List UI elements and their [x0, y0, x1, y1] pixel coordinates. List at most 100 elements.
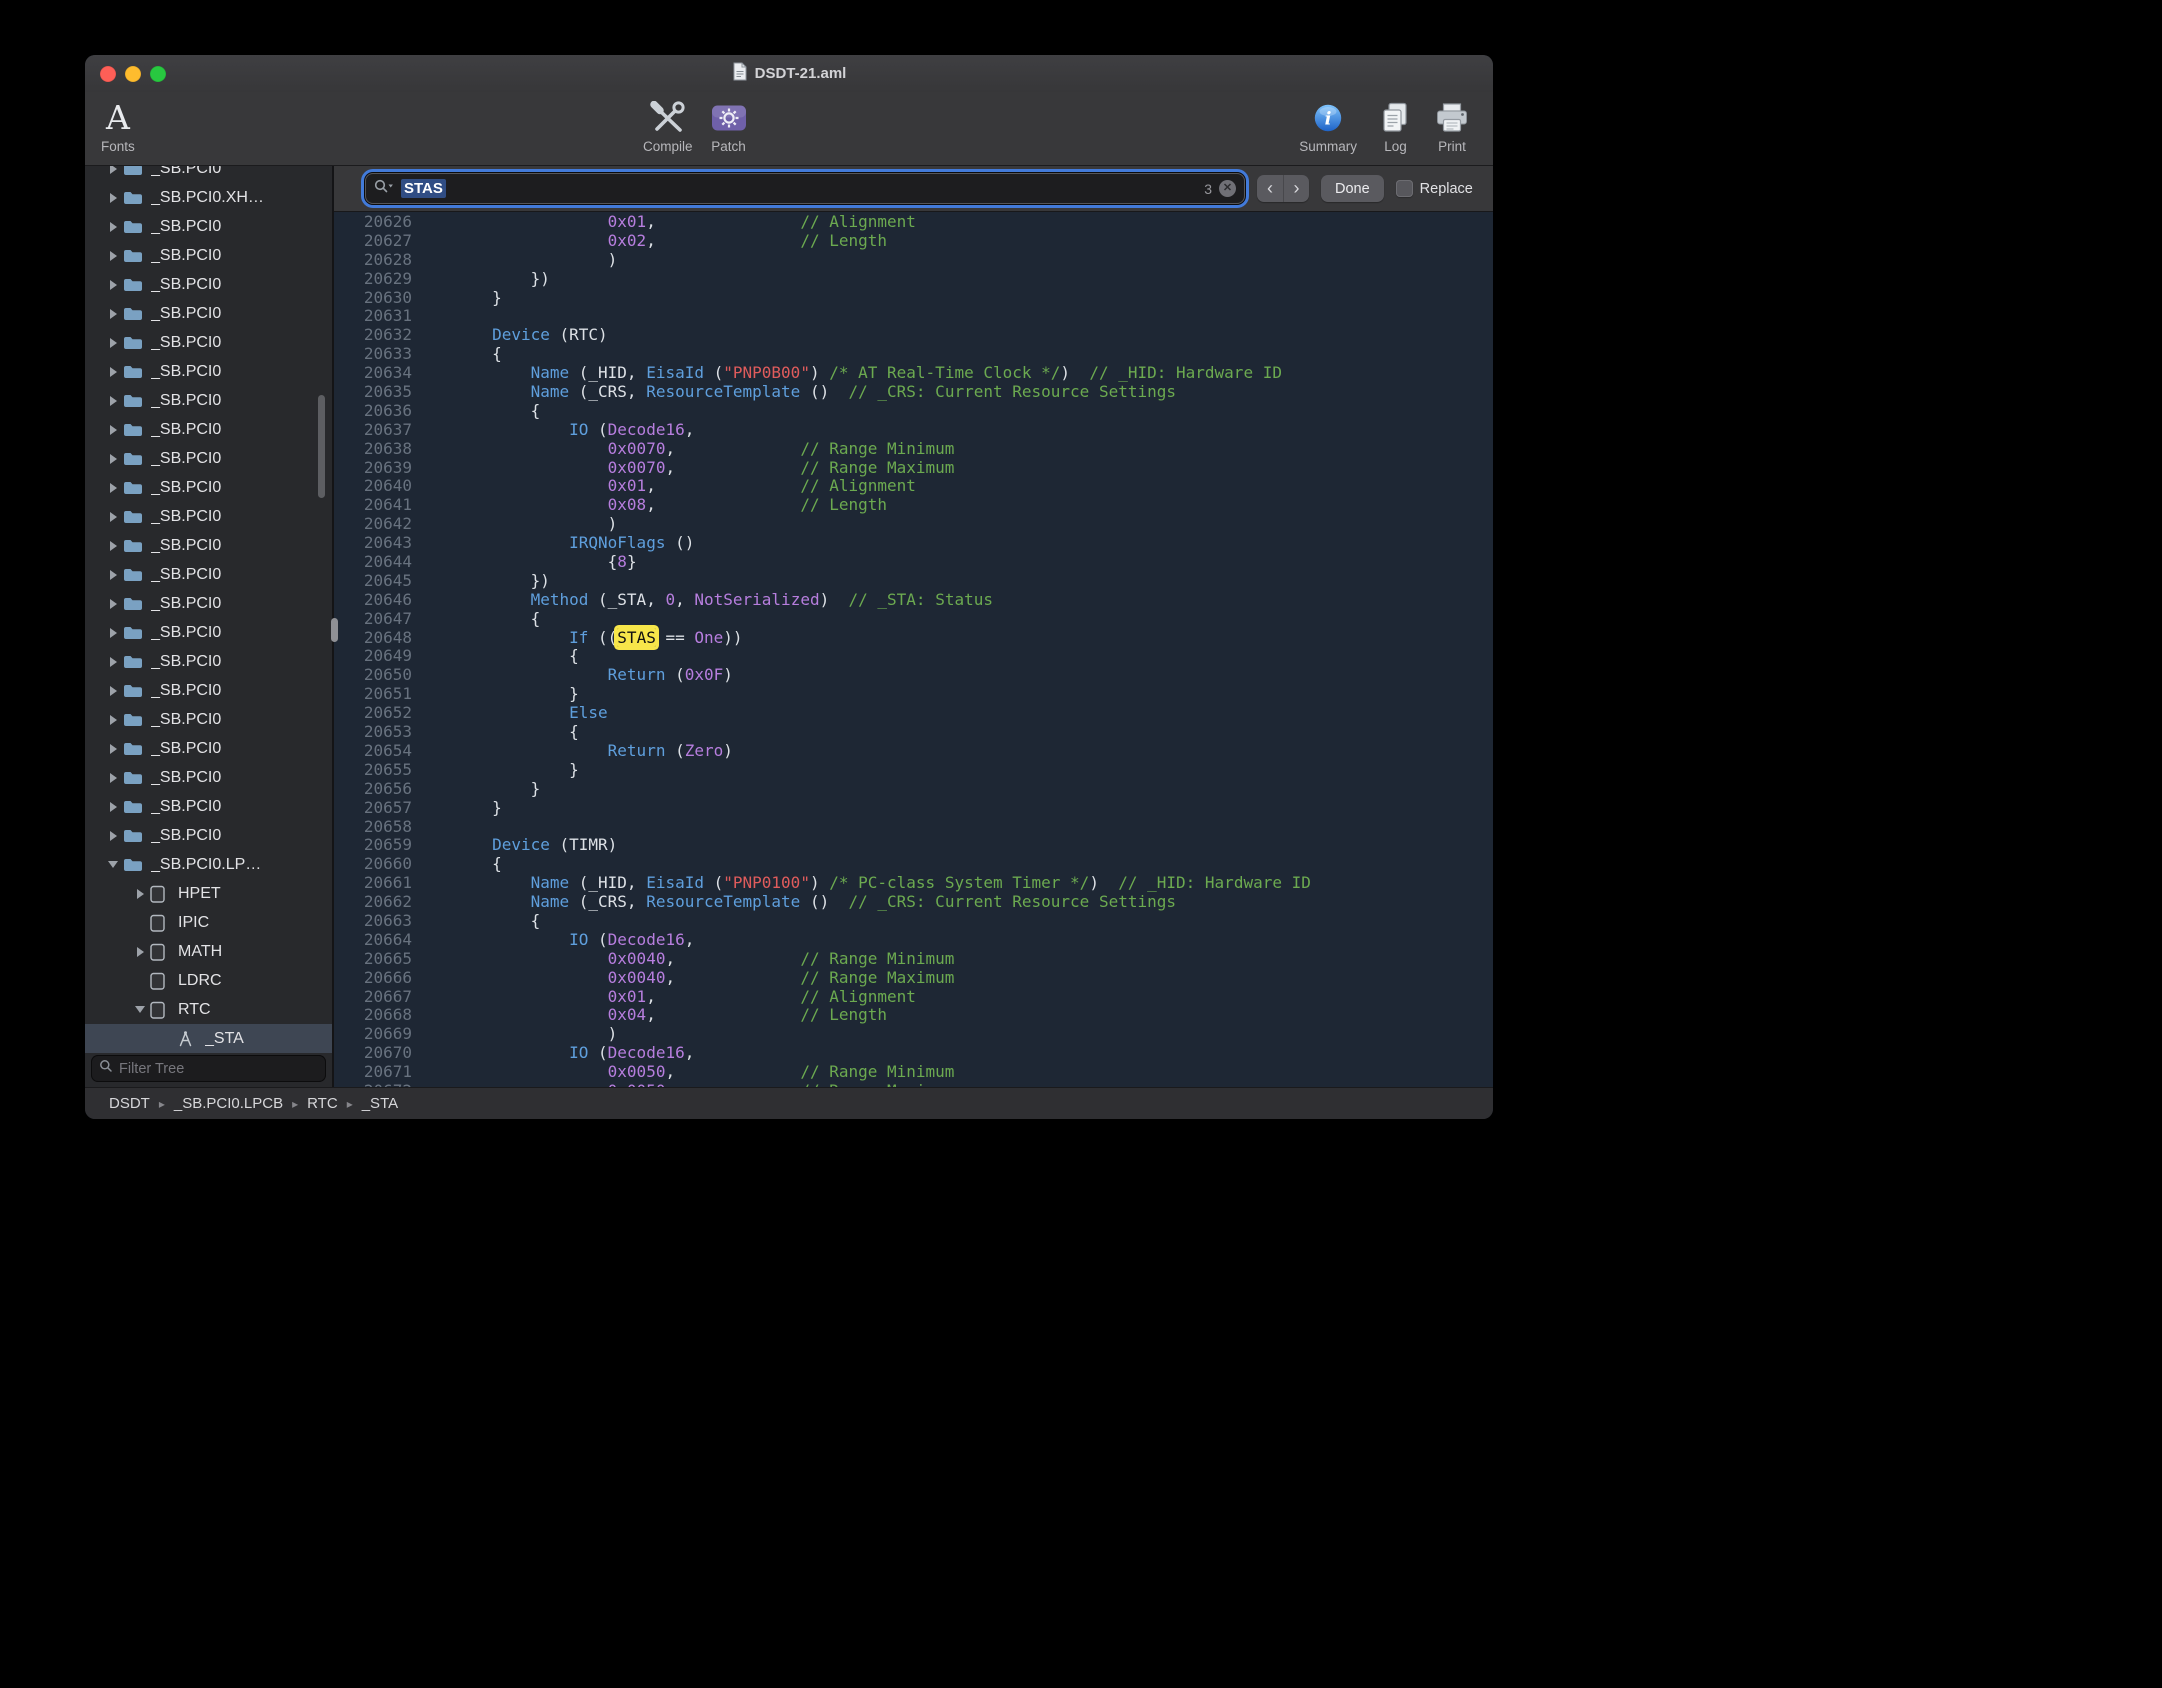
- tree-item-sb-pci0[interactable]: _SB.PCI0: [85, 676, 332, 705]
- disclosure-triangle[interactable]: [105, 222, 121, 232]
- log-button[interactable]: Log: [1379, 99, 1412, 154]
- breadcrumb-item-sta[interactable]: _STA: [362, 1095, 398, 1112]
- disclosure-triangle[interactable]: [105, 541, 121, 551]
- splitter-handle[interactable]: [331, 618, 338, 642]
- previous-match-button[interactable]: ‹: [1257, 175, 1283, 202]
- compile-button[interactable]: Compile: [643, 99, 693, 154]
- folder-icon: [123, 509, 149, 525]
- close-button[interactable]: [100, 66, 116, 82]
- filter-tree-input[interactable]: [119, 1061, 318, 1077]
- breadcrumb-item-sb-pci0-lpcb[interactable]: _SB.PCI0.LPCB: [174, 1095, 283, 1112]
- titlebar[interactable]: DSDT-21.aml: [85, 55, 1493, 92]
- code-token: }): [415, 571, 550, 590]
- tree-item-sb-pci0[interactable]: _SB.PCI0: [85, 212, 332, 241]
- disclosure-triangle[interactable]: [105, 193, 121, 203]
- disclosure-triangle[interactable]: [105, 251, 121, 261]
- tree-item-sb-pci0[interactable]: _SB.PCI0: [85, 415, 332, 444]
- filter-tree-field[interactable]: [91, 1055, 326, 1082]
- tree-item-sb-pci0[interactable]: _SB.PCI0: [85, 166, 332, 183]
- disclosure-triangle[interactable]: [105, 628, 121, 638]
- minimize-button[interactable]: [125, 66, 141, 82]
- tree-item-hpet[interactable]: HPET: [85, 879, 332, 908]
- tree-item-sb-pci0[interactable]: _SB.PCI0: [85, 299, 332, 328]
- code-line-20632: 20632 Device (RTC): [334, 326, 1493, 345]
- replace-checkbox[interactable]: [1396, 180, 1413, 197]
- tree-item-sb-pci0-xh[interactable]: _SB.PCI0.XH…: [85, 183, 332, 212]
- code-token: }: [415, 760, 579, 779]
- done-button[interactable]: Done: [1321, 175, 1384, 202]
- tree-item-sb-pci0-lp[interactable]: _SB.PCI0.LP…: [85, 850, 332, 879]
- code-token: ,: [646, 987, 800, 1006]
- clear-search-button[interactable]: ✕: [1219, 180, 1236, 197]
- disclosure-triangle[interactable]: [132, 1006, 148, 1013]
- disclosure-triangle[interactable]: [105, 773, 121, 783]
- disclosure-triangle[interactable]: [105, 512, 121, 522]
- tree-item-sb-pci0[interactable]: _SB.PCI0: [85, 560, 332, 589]
- tree-item-sb-pci0[interactable]: _SB.PCI0: [85, 270, 332, 299]
- tree-item-sb-pci0[interactable]: _SB.PCI0: [85, 473, 332, 502]
- search-input[interactable]: STAS 3 ✕: [365, 173, 1245, 204]
- disclosure-triangle[interactable]: [105, 715, 121, 725]
- breadcrumb-item-rtc[interactable]: RTC: [307, 1095, 338, 1112]
- folder-icon: [123, 219, 149, 235]
- code-line-20642: 20642 ): [334, 515, 1493, 534]
- disclosure-triangle[interactable]: [105, 831, 121, 841]
- disclosure-triangle[interactable]: [105, 338, 121, 348]
- disclosure-triangle[interactable]: [105, 657, 121, 667]
- tree-item-rtc[interactable]: RTC: [85, 995, 332, 1024]
- disclosure-triangle[interactable]: [105, 802, 121, 812]
- disclosure-triangle[interactable]: [105, 309, 121, 319]
- tree-item-sb-pci0[interactable]: _SB.PCI0: [85, 734, 332, 763]
- disclosure-triangle[interactable]: [105, 396, 121, 406]
- disclosure-triangle[interactable]: [105, 454, 121, 464]
- disclosure-triangle[interactable]: [105, 425, 121, 435]
- tree-item-sb-pci0[interactable]: _SB.PCI0: [85, 328, 332, 357]
- disclosure-triangle[interactable]: [105, 483, 121, 493]
- disclosure-triangle[interactable]: [105, 570, 121, 580]
- code-token: 0x0070: [608, 458, 666, 477]
- disclosure-triangle[interactable]: [105, 599, 121, 609]
- summary-button[interactable]: i Summary: [1299, 99, 1357, 154]
- disclosure-triangle[interactable]: [105, 744, 121, 754]
- tree-item-sb-pci0[interactable]: _SB.PCI0: [85, 502, 332, 531]
- tree-item-sb-pci0[interactable]: _SB.PCI0: [85, 386, 332, 415]
- window-title: DSDT-21.aml: [755, 65, 847, 82]
- disclosure-triangle[interactable]: [105, 166, 121, 174]
- code-line-20659: 20659 Device (TIMR): [334, 836, 1493, 855]
- line-text: 0x02, // Length: [415, 232, 887, 251]
- tree-item-sb-pci0[interactable]: _SB.PCI0: [85, 357, 332, 386]
- disclosure-triangle[interactable]: [132, 947, 148, 957]
- tree-item-sb-pci0[interactable]: _SB.PCI0: [85, 763, 332, 792]
- code-token: ,: [646, 1005, 800, 1024]
- next-match-button[interactable]: ›: [1283, 175, 1309, 202]
- tree-item-sb-pci0[interactable]: _SB.PCI0: [85, 647, 332, 676]
- tree-item-sb-pci0[interactable]: _SB.PCI0: [85, 705, 332, 734]
- tree-item-sb-pci0[interactable]: _SB.PCI0: [85, 531, 332, 560]
- tree-item-sb-pci0[interactable]: _SB.PCI0: [85, 241, 332, 270]
- disclosure-triangle[interactable]: [105, 686, 121, 696]
- tree-item-math[interactable]: MATH: [85, 937, 332, 966]
- print-button[interactable]: Print: [1434, 99, 1470, 154]
- tree-item-ldrc[interactable]: LDRC: [85, 966, 332, 995]
- disclosure-triangle[interactable]: [105, 280, 121, 290]
- tree-item-sb-pci0[interactable]: _SB.PCI0: [85, 792, 332, 821]
- patch-button[interactable]: Patch: [711, 99, 747, 154]
- code-token: 0x08: [608, 495, 647, 514]
- zoom-button[interactable]: [150, 66, 166, 82]
- folder-icon: [123, 567, 149, 583]
- pane-divider[interactable]: [332, 166, 334, 1087]
- search-options-icon[interactable]: [374, 179, 394, 198]
- disclosure-triangle[interactable]: [105, 367, 121, 377]
- tree-item-sb-pci0[interactable]: _SB.PCI0: [85, 444, 332, 473]
- tree-item-sb-pci0[interactable]: _SB.PCI0: [85, 821, 332, 850]
- tree-item-sb-pci0[interactable]: _SB.PCI0: [85, 618, 332, 647]
- sidebar-scrollbar[interactable]: [318, 395, 325, 498]
- breadcrumb-item-dsdt[interactable]: DSDT: [109, 1095, 150, 1112]
- tree-item-sta[interactable]: _STA: [85, 1024, 332, 1053]
- fonts-button[interactable]: A Fonts: [101, 99, 135, 154]
- tree-item-sb-pci0[interactable]: _SB.PCI0: [85, 589, 332, 618]
- code-editor[interactable]: 20626 0x01, // Alignment20627 0x02, // L…: [334, 212, 1493, 1087]
- tree-item-ipic[interactable]: IPIC: [85, 908, 332, 937]
- disclosure-triangle[interactable]: [132, 889, 148, 899]
- disclosure-triangle[interactable]: [105, 861, 121, 868]
